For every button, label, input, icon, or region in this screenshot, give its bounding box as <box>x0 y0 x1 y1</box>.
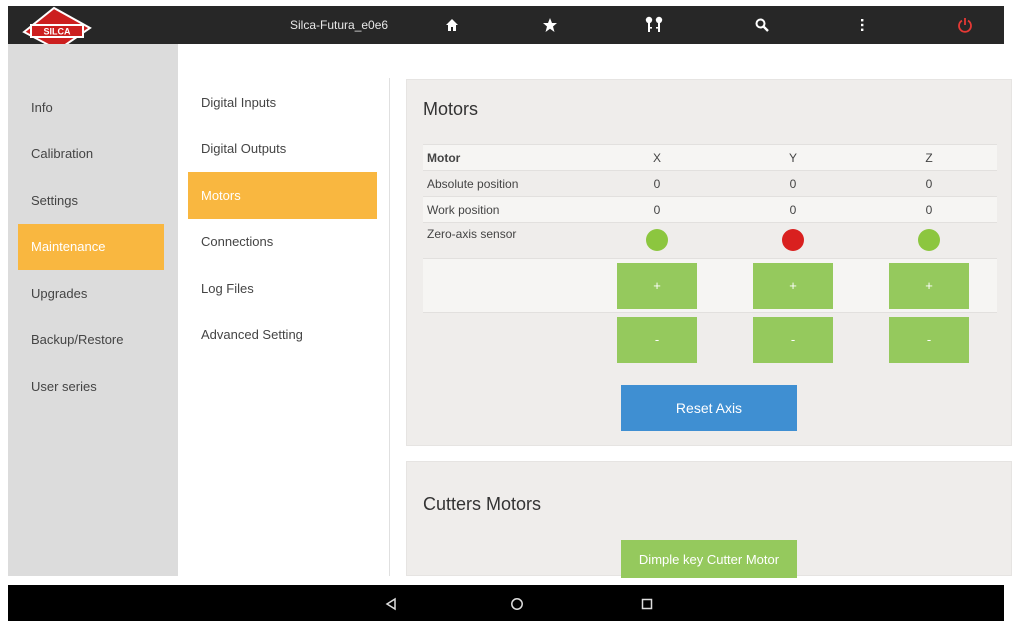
sidebar-item-backup-restore[interactable]: Backup/Restore <box>8 317 178 364</box>
absolute-position-z: 0 <box>861 170 997 197</box>
work-position-y: 0 <box>725 196 861 223</box>
cutters-motors-panel: Cutters Motors Dimple key Cutter Motor <box>406 461 1012 578</box>
home-circle-icon[interactable] <box>506 593 528 615</box>
sidebar-item-upgrades[interactable]: Upgrades <box>8 270 178 317</box>
sensor-y-status-indicator <box>782 229 804 251</box>
motors-table: Motor X Y Z Absolute position 0 0 0 Work… <box>423 144 997 367</box>
maintenance-subnav: Digital Inputs Digital Outputs Motors Co… <box>178 44 389 576</box>
row-label-absolute-position: Absolute position <box>423 170 589 197</box>
divider <box>389 78 390 576</box>
home-icon[interactable] <box>440 14 464 36</box>
table-row: Zero-axis sensor <box>423 222 997 259</box>
work-position-z: 0 <box>861 196 997 223</box>
minus-button-row: - - - <box>423 312 997 367</box>
table-row: Work position 0 0 0 <box>423 196 997 223</box>
row-label-work-position: Work position <box>423 196 589 223</box>
sidebar-item-info[interactable]: Info <box>8 84 178 131</box>
sidebar-item-settings[interactable]: Settings <box>8 177 178 224</box>
column-header-y: Y <box>725 144 861 171</box>
table-header-row: Motor X Y Z <box>423 144 997 171</box>
recents-icon[interactable] <box>636 593 658 615</box>
column-header-motor: Motor <box>423 144 589 171</box>
motors-panel: Motors Motor X Y Z Absolute position 0 0… <box>406 79 1012 446</box>
y-plus-button[interactable]: + <box>753 262 833 309</box>
device-name: Silca-Futura_e0e6 <box>290 18 389 32</box>
reset-axis-button[interactable]: Reset Axis <box>621 385 797 431</box>
subnav-item-advanced-setting[interactable]: Advanced Setting <box>178 312 389 359</box>
sensor-x-status-indicator <box>646 229 668 251</box>
subnav-item-digital-inputs[interactable]: Digital Inputs <box>178 79 389 126</box>
logo-text: SILCA <box>44 27 72 37</box>
keys-icon[interactable] <box>642 14 666 36</box>
z-minus-button[interactable]: - <box>889 316 969 363</box>
android-nav-bar <box>8 585 1004 621</box>
power-icon[interactable] <box>953 14 977 36</box>
star-icon[interactable] <box>538 14 562 36</box>
absolute-position-x: 0 <box>589 170 725 197</box>
sensor-z-status-indicator <box>918 229 940 251</box>
column-header-x: X <box>589 144 725 171</box>
more-vertical-icon[interactable] <box>850 14 874 36</box>
x-plus-button[interactable]: + <box>617 262 697 309</box>
dimple-key-cutter-motor-button[interactable]: Dimple key Cutter Motor <box>621 540 797 578</box>
motors-title: Motors <box>423 99 479 119</box>
y-minus-button[interactable]: - <box>753 316 833 363</box>
sidebar-item-user-series[interactable]: User series <box>8 363 178 410</box>
row-label-zero-axis-sensor: Zero-axis sensor <box>423 222 589 259</box>
x-minus-button[interactable]: - <box>617 316 697 363</box>
sidebar: Info Calibration Settings Maintenance Up… <box>8 44 178 576</box>
sidebar-item-maintenance[interactable]: Maintenance <box>18 223 164 270</box>
plus-button-row: + + + <box>423 258 997 313</box>
search-icon[interactable] <box>750 14 774 36</box>
work-position-x: 0 <box>589 196 725 223</box>
sidebar-item-calibration[interactable]: Calibration <box>8 131 178 178</box>
column-header-z: Z <box>861 144 997 171</box>
absolute-position-y: 0 <box>725 170 861 197</box>
cutters-motors-title: Cutters Motors <box>423 494 542 514</box>
subnav-item-log-files[interactable]: Log Files <box>178 265 389 312</box>
top-bar: SILCA Silca-Futura_e0e6 <box>8 6 1004 52</box>
table-row: Absolute position 0 0 0 <box>423 170 997 197</box>
back-icon[interactable] <box>380 593 402 615</box>
z-plus-button[interactable]: + <box>889 262 969 309</box>
subnav-item-connections[interactable]: Connections <box>178 219 389 266</box>
subnav-item-digital-outputs[interactable]: Digital Outputs <box>178 126 389 173</box>
subnav-item-motors[interactable]: Motors <box>188 172 377 219</box>
